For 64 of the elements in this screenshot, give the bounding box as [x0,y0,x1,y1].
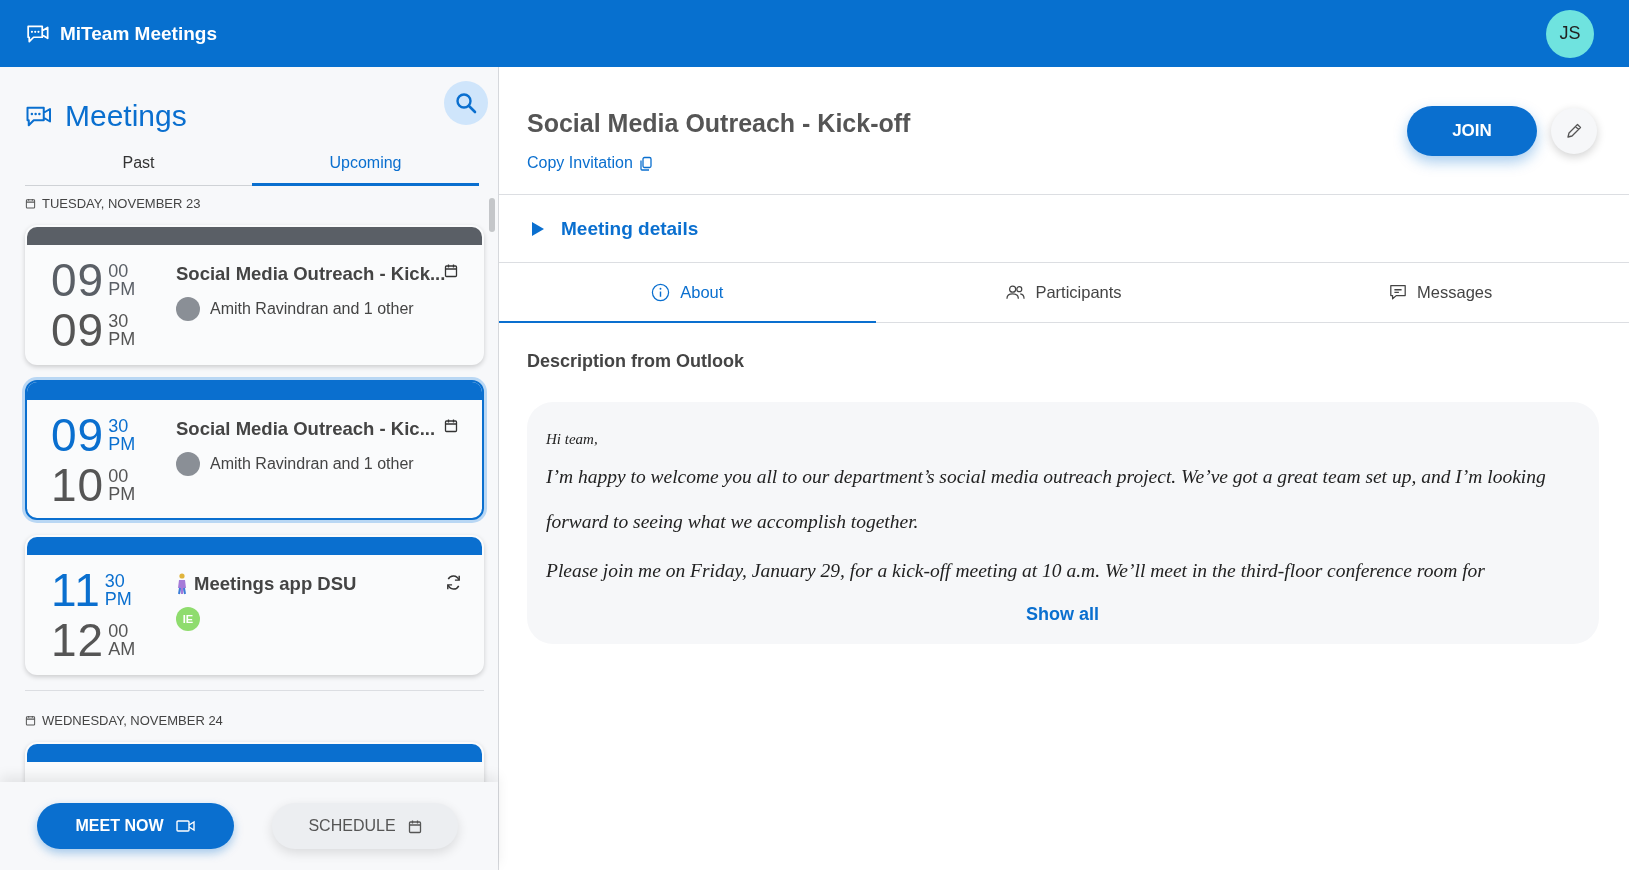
meetings-tab[interactable]: Past [25,145,252,186]
meeting-title: Meetings app DSU [194,573,357,595]
person-icon [176,573,188,595]
calendar-icon [407,818,422,834]
start-minutes: 00 [108,262,130,280]
show-all-link[interactable]: Show all [1020,603,1105,626]
description-paragraph: Please join me on Friday, January 29, for a kick-off meeting at 10 a.m. We’ll meet in the third-floor conference room for [546,559,1486,583]
day-heading: TUESDAY, NOVEMBER 23 [42,196,201,211]
attendee-text: Amith Ravindran and 1 other [210,300,414,318]
end-ampm: PM [108,330,136,348]
detail-tab[interactable]: About [499,263,876,323]
copy-icon [638,155,653,171]
end-hour: 09 [51,307,105,353]
copy-invitation-link[interactable]: Copy Invitation [527,154,653,172]
meeting-details-toggle[interactable]: Meeting details [499,195,1629,263]
app-title: MiTeam Meetings [60,22,217,45]
caret-right-icon [531,220,545,237]
recurring-icon [444,573,463,592]
start-minutes: 30 [104,572,126,590]
calendar-icon [25,715,36,726]
end-ampm: PM [108,485,136,503]
description-paragraph: Hi team, [546,430,599,449]
detail-tab[interactable]: Participants [875,263,1253,323]
meeting-title: Social Media Outreach - Kic... [176,418,436,440]
start-minutes: 30 [108,417,130,435]
meeting-title: Social Media Outreach - Kick... [176,263,446,285]
calendar-icon [444,418,458,433]
search-icon [454,91,478,115]
end-hour: 12 [51,617,105,663]
video-camera-icon [175,819,196,833]
calendar-icon [444,263,458,278]
people-icon [1006,284,1026,300]
schedule-button[interactable]: SCHEDULE [272,803,458,849]
calendar-icon [25,198,36,209]
sidebar-title: Meetings [65,99,187,133]
attendee-avatar: IE [176,607,200,631]
meetings-tab[interactable]: Upcoming [252,145,479,186]
end-ampm: AM [108,640,136,658]
start-ampm: PM [108,435,136,453]
info-icon [651,282,671,302]
meet-now-button[interactable]: MEET NOW [37,803,234,849]
description-paragraph: I’m happy to welcome you all to our department’s social media outreach project. We’ve got a great team set up, and I’m looking forward to seeing what we accomplish together. [546,465,1547,534]
end-minutes: 00 [108,467,130,485]
start-ampm: PM [108,280,136,298]
start-hour: 11 [51,567,101,613]
end-minutes: 00 [108,622,130,640]
avatar-photo-placeholder [176,297,200,321]
day-heading: WEDNESDAY, NOVEMBER 24 [42,713,223,728]
start-hour: 09 [51,257,105,303]
join-button[interactable]: JOIN [1407,106,1537,156]
user-avatar[interactable]: JS [1546,9,1594,58]
end-hour: 10 [51,462,105,508]
detail-tab[interactable]: Messages [1252,263,1629,323]
scrollbar-thumb[interactable] [489,198,495,232]
search-button[interactable] [444,81,488,125]
avatar-photo-placeholder [176,452,200,476]
start-ampm: PM [104,590,132,608]
end-minutes: 30 [108,312,130,330]
attendee-text: Amith Ravindran and 1 other [210,455,414,473]
meeting-title: Social Media Outreach - Kick-off [527,109,911,138]
start-hour: 09 [51,412,105,458]
description-heading: Description from Outlook [527,351,745,372]
pencil-icon [1564,121,1584,141]
chat-icon [1389,283,1408,301]
